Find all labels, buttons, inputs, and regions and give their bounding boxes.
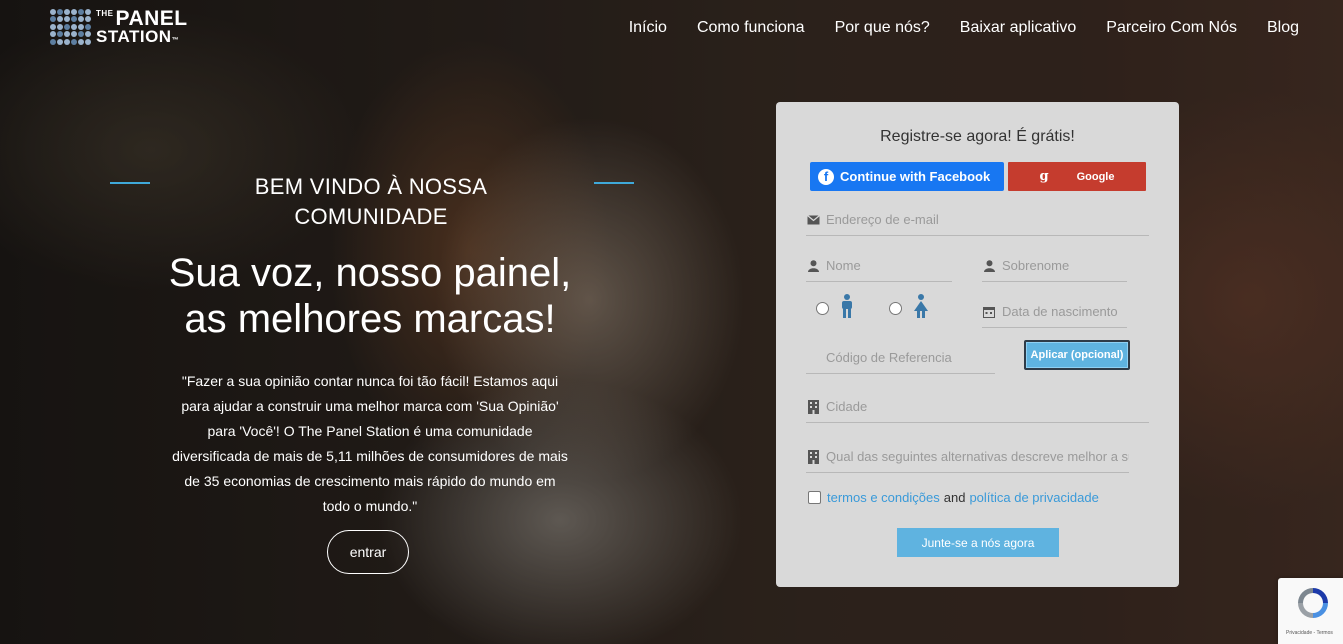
first-name-input[interactable]	[826, 258, 952, 273]
google-icon: g	[1039, 169, 1049, 184]
hero-description: "Fazer a sua opinião contar nunca foi tã…	[172, 373, 568, 514]
dob-wrapper	[982, 296, 1127, 328]
terms-link[interactable]: termos e condições	[827, 490, 940, 505]
recaptcha-text: Privacidade - Termos	[1286, 630, 1333, 636]
female-icon	[912, 294, 930, 323]
gender-male-radio[interactable]	[816, 302, 829, 315]
logo-dots-icon	[50, 9, 92, 45]
nav-item-como-funciona[interactable]: Como funciona	[697, 19, 805, 37]
email-field-wrapper	[806, 204, 1149, 236]
nav-item-por-que-nos[interactable]: Por que nós?	[835, 19, 930, 37]
main-nav: Início Como funciona Por que nós? Baixar…	[629, 19, 1299, 37]
user-icon	[982, 259, 996, 273]
male-icon	[839, 294, 855, 323]
hero-headline-line-1: Sua voz, nosso painel,	[168, 251, 572, 295]
decorative-line-left	[110, 182, 150, 184]
logo-text: THEPANEL STATION™	[96, 6, 188, 46]
occupation-wrapper	[806, 441, 1129, 473]
facebook-button-label: Continue with Facebook	[840, 169, 991, 184]
dob-input[interactable]	[1002, 304, 1127, 319]
enter-button[interactable]: entrar	[327, 530, 409, 574]
terms-and-text: and	[943, 490, 966, 505]
google-button-label: Google	[1076, 170, 1115, 183]
nav-item-inicio[interactable]: Início	[629, 19, 667, 37]
logo[interactable]: THEPANEL STATION™	[50, 6, 200, 48]
first-name-wrapper	[806, 250, 952, 282]
recaptcha-badge[interactable]: Privacidade - Termos	[1278, 578, 1343, 644]
terms-row: termos e condições and política de priva…	[808, 490, 1099, 505]
calendar-icon	[982, 305, 996, 319]
registration-form: Registre-se agora! É grátis! f Continue …	[776, 102, 1179, 587]
gender-female-radio[interactable]	[889, 302, 902, 315]
hero-headline: Sua voz, nosso painel, as melhores marca…	[120, 250, 620, 342]
privacy-link[interactable]: política de privacidade	[969, 490, 1098, 505]
user-icon	[806, 259, 820, 273]
recaptcha-icon	[1294, 584, 1332, 622]
last-name-input[interactable]	[1002, 258, 1127, 273]
join-now-button[interactable]: Junte-se a nós agora	[897, 528, 1059, 557]
city-input[interactable]	[826, 399, 1149, 414]
referral-wrapper	[806, 342, 995, 374]
occupation-select[interactable]	[826, 449, 1129, 464]
facebook-login-button[interactable]: f Continue with Facebook	[810, 162, 1004, 191]
building-icon	[806, 399, 820, 414]
google-login-button[interactable]: g Google	[1008, 162, 1146, 191]
form-title: Registre-se agora! É grátis!	[880, 128, 1075, 145]
welcome-heading: BEM VINDO À NOSSA COMUNIDADE	[254, 174, 488, 229]
nav-item-baixar-aplicativo[interactable]: Baixar aplicativo	[960, 19, 1077, 37]
building-icon	[806, 449, 820, 464]
email-input[interactable]	[826, 212, 1149, 227]
terms-checkbox[interactable]	[808, 491, 821, 504]
city-wrapper	[806, 391, 1149, 423]
envelope-icon	[806, 213, 820, 227]
hero-headline-line-2: as melhores marcas!	[184, 297, 556, 341]
apply-referral-button[interactable]: Aplicar (opcional)	[1024, 340, 1130, 370]
gender-selector	[816, 294, 930, 323]
nav-item-blog[interactable]: Blog	[1267, 19, 1299, 37]
nav-item-parceiro[interactable]: Parceiro Com Nós	[1106, 19, 1237, 37]
decorative-line-right	[594, 182, 634, 184]
last-name-wrapper	[982, 250, 1127, 282]
facebook-icon: f	[818, 168, 834, 185]
referral-code-input[interactable]	[826, 350, 995, 365]
